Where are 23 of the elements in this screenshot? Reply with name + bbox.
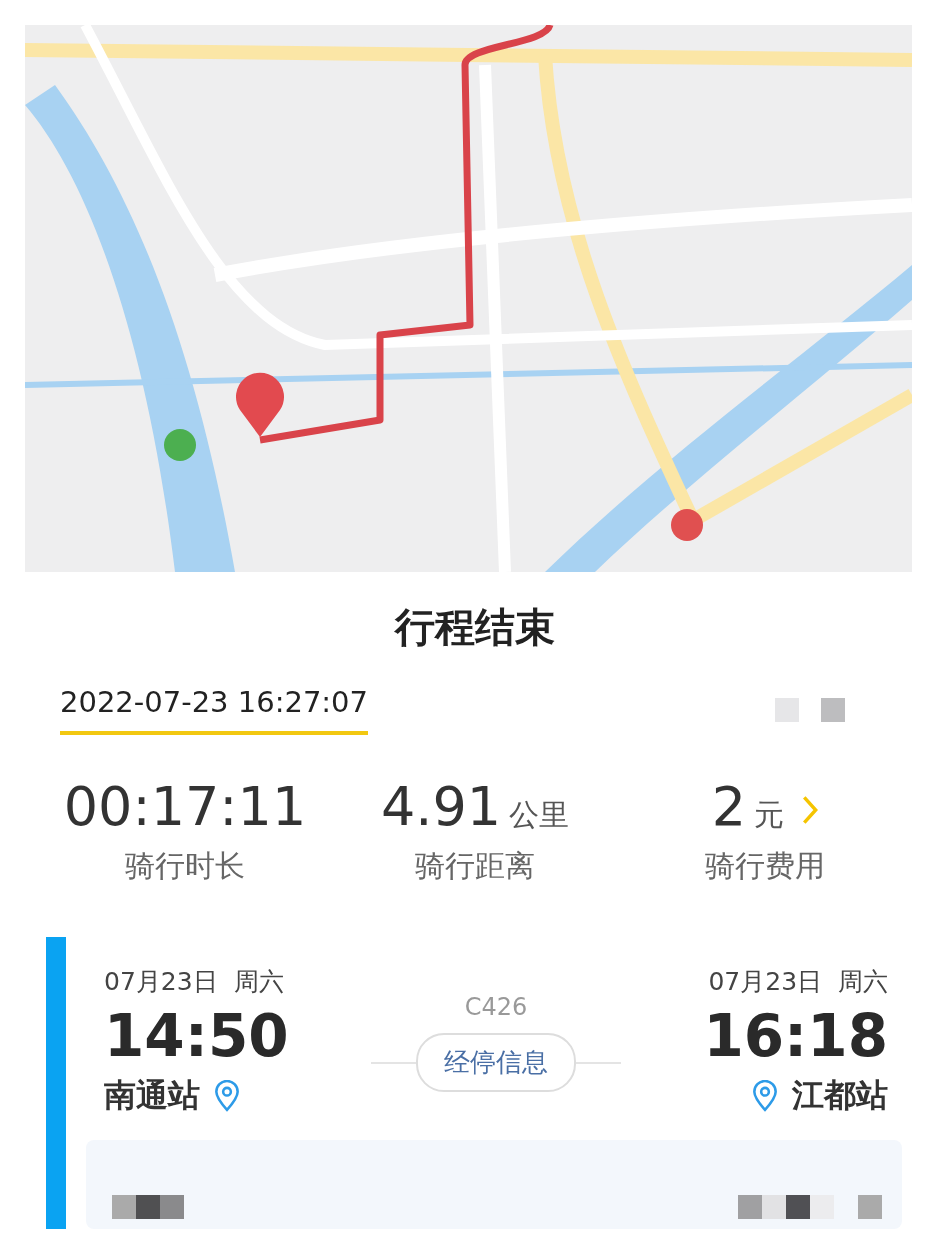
stat-label: 骑行费用 [705, 847, 825, 885]
stops-info-button[interactable]: 经停信息 [416, 1033, 576, 1092]
stat-value: 00:17:11 [63, 775, 307, 838]
location-pin-icon[interactable] [752, 1080, 778, 1112]
departure-time: 14:50 [104, 1002, 289, 1070]
arrival-date: 07月23日 周六 [708, 966, 888, 998]
stat-label: 骑行时长 [125, 847, 245, 885]
departure-date: 07月23日 周六 [104, 966, 285, 998]
stat-unit: 元 [754, 796, 785, 834]
stat-value: 4.91 [380, 775, 502, 838]
chevron-right-icon[interactable] [802, 795, 819, 825]
page-title: 行程结束 [393, 603, 556, 652]
blurred-block [775, 698, 799, 722]
stat-label: 骑行距离 [415, 847, 535, 885]
train-number: C426 [464, 993, 528, 1021]
date-tab[interactable]: 2022-07-23 16:27:07 [60, 685, 368, 735]
arrival-time: 16:18 [703, 1002, 888, 1070]
departure-station: 南通站 [104, 1075, 200, 1116]
stat-value: 2 [711, 775, 747, 838]
stat-unit: 公里 [509, 796, 570, 834]
blurred-block [821, 698, 845, 722]
arrival-station: 江都站 [792, 1075, 888, 1116]
location-pin-icon[interactable] [214, 1080, 240, 1112]
